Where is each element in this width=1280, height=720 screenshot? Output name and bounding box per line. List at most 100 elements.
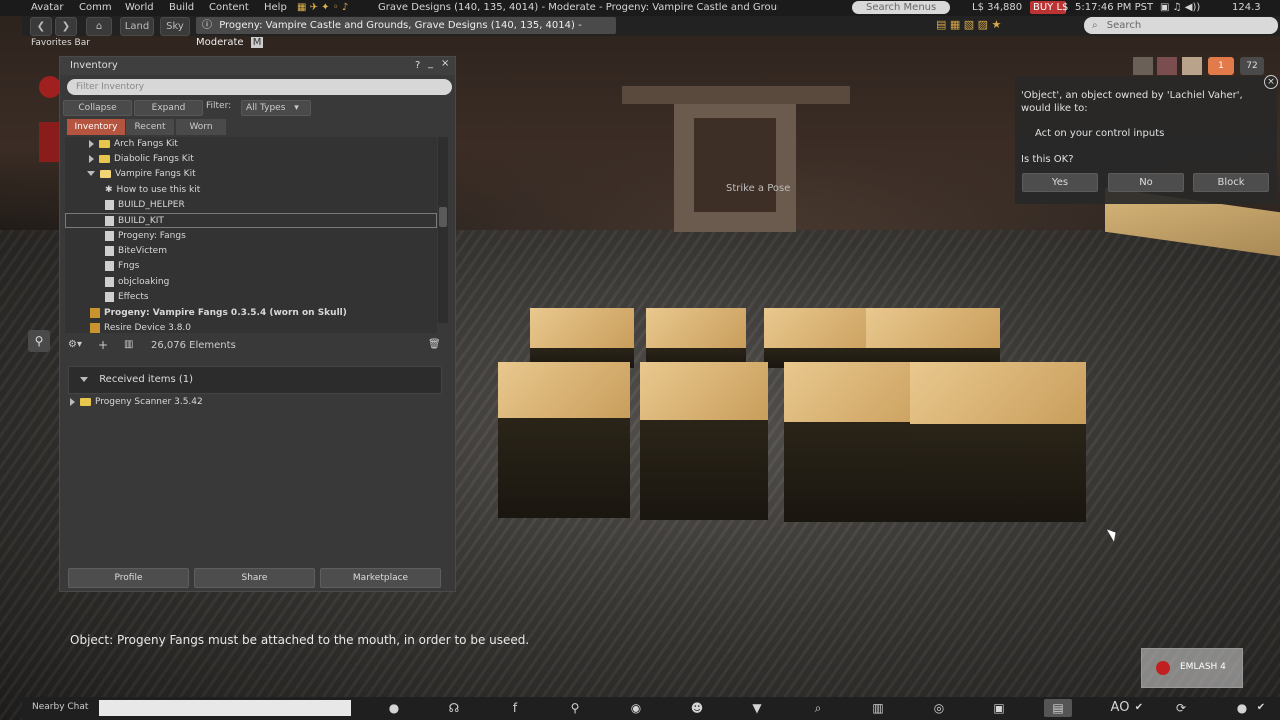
element-count: 26,076 Elements (151, 340, 236, 351)
back-button[interactable]: ❮ (30, 17, 52, 36)
wooden-crate[interactable] (866, 308, 1000, 368)
scrollbar-thumb[interactable] (439, 207, 447, 227)
sky-button[interactable]: Sky (160, 17, 190, 36)
tree-item[interactable]: ✱ How to use this kit (105, 183, 200, 198)
view-icon[interactable]: ◉ (622, 699, 650, 717)
close-icon[interactable]: × (1264, 75, 1278, 89)
tree-label: Fngs (118, 261, 140, 271)
filter-inventory-input[interactable]: Filter Inventory (67, 79, 452, 95)
facebook-icon[interactable]: f (501, 699, 529, 717)
received-item[interactable]: Progeny Scanner 3.5.42 (70, 395, 203, 410)
tree-item[interactable]: objcloaking (105, 275, 169, 290)
hud-panel[interactable] (39, 122, 61, 162)
parcel-icons: ▦ ✈ ✦ ◦ ♪ (297, 2, 349, 13)
menu-avatar[interactable]: Avatar (31, 2, 63, 13)
tree-folder[interactable]: Arch Fangs Kit (89, 137, 178, 152)
expand-arrow-icon[interactable] (70, 397, 75, 406)
appearance-icon[interactable]: ▼ (743, 699, 771, 717)
inventory-window: Inventory ? _ × Filter Inventory Collaps… (59, 56, 456, 592)
script-icon (105, 230, 114, 241)
location-input[interactable]: ⓘ Progeny: Vampire Castle and Grounds, G… (196, 17, 616, 48)
avatar-thumb-1[interactable] (1133, 57, 1153, 75)
mic-checkbox-icon[interactable]: ✔ (1254, 699, 1268, 717)
search-icon[interactable]: ⌕ (804, 699, 832, 717)
gear-icon[interactable]: ⚙▾ (68, 339, 82, 350)
tab-inventory[interactable]: Inventory (67, 119, 125, 135)
minimize-icon[interactable]: _ (428, 58, 433, 69)
wooden-crate[interactable] (498, 362, 630, 518)
help-icon[interactable]: ? (415, 60, 420, 71)
tree-item[interactable]: Fngs (105, 259, 139, 274)
avatar-thumb-2[interactable] (1157, 57, 1177, 75)
close-icon[interactable]: × (441, 58, 449, 69)
menu-help[interactable]: Help (264, 2, 287, 13)
hud-emblem[interactable]: EMLASH 4 (1141, 648, 1243, 688)
tree-item[interactable]: Effects (105, 290, 149, 305)
wooden-crate[interactable] (530, 308, 634, 368)
inventory-header[interactable]: Inventory ? _ × (60, 57, 455, 75)
map-icon[interactable]: ▥ (864, 699, 892, 717)
menu-comm[interactable]: Comm (79, 2, 112, 13)
search-input[interactable]: ⌕ Search (1084, 17, 1278, 34)
no-button[interactable]: No (1108, 173, 1184, 192)
tab-recent[interactable]: Recent (126, 119, 174, 135)
tree-item[interactable]: BiteVictem (105, 244, 167, 259)
chat-input[interactable] (99, 700, 351, 716)
inventory-tree[interactable]: Arch Fangs Kit Diabolic Fangs Kit Vampir… (65, 137, 437, 333)
ao-label[interactable]: AO (1106, 699, 1134, 717)
home-icon[interactable]: ⌂ (86, 17, 112, 36)
worn-suffix: (worn on Skull) (266, 308, 347, 318)
dialog-question: Is this OK? (1021, 154, 1074, 165)
tree-item[interactable]: Progeny: Fangs (105, 229, 186, 244)
tab-worn[interactable]: Worn (176, 119, 226, 135)
collapse-arrow-icon[interactable] (87, 171, 95, 176)
conversations-icon[interactable]: ● (380, 699, 408, 717)
block-button[interactable]: Block (1193, 173, 1269, 192)
folder-icon (99, 139, 110, 148)
wooden-crate[interactable] (646, 308, 746, 368)
expand-arrow-icon[interactable] (89, 154, 94, 163)
tree-folder[interactable]: Vampire Fangs Kit (87, 167, 196, 182)
filter-type-select[interactable]: All Types ▾ (241, 100, 311, 116)
forward-button[interactable]: ❯ (55, 17, 77, 36)
share-button[interactable]: Share (194, 568, 315, 588)
received-items-header[interactable]: Received items (1) (68, 366, 442, 394)
tree-item-worn[interactable]: Progeny: Vampire Fangs 0.3.5.4 (worn on … (90, 306, 347, 321)
menu-build[interactable]: Build (169, 2, 194, 13)
marketplace-button[interactable]: Marketplace (320, 568, 441, 588)
voice-icon[interactable]: ☊ (440, 699, 468, 717)
places-icon[interactable]: ⚲ (28, 330, 50, 352)
tree-scrollbar[interactable] (438, 137, 448, 323)
wooden-crate[interactable] (640, 362, 768, 520)
tree-folder[interactable]: Diabolic Fangs Kit (89, 152, 194, 167)
people-icon[interactable]: ☻ (683, 699, 711, 717)
microphone-icon[interactable]: ● (1228, 699, 1256, 717)
avatar-thumb-3[interactable] (1182, 57, 1202, 75)
trash-icon[interactable]: 🗑 (428, 339, 441, 350)
notification-count-1[interactable]: 1 (1208, 57, 1234, 75)
record-icon (1156, 661, 1170, 675)
wooden-crate[interactable] (910, 362, 1086, 522)
inventory-icon[interactable]: ▤ (1044, 699, 1072, 717)
yes-button[interactable]: Yes (1022, 173, 1098, 192)
menu-content[interactable]: Content (209, 2, 249, 13)
notification-count-2[interactable]: 72 (1240, 57, 1264, 75)
info-icon[interactable]: ⓘ (202, 20, 212, 31)
menu-world[interactable]: World (125, 2, 154, 13)
tree-item-selected[interactable]: BUILD_KIT (65, 213, 437, 228)
snapshot-icon[interactable]: ▣ (985, 699, 1013, 717)
radar-icon[interactable]: ◎ (925, 699, 953, 717)
expand-arrow-icon[interactable] (89, 139, 94, 148)
ao-checkbox-icon[interactable]: ✔ (1132, 699, 1146, 717)
add-icon[interactable]: + (98, 338, 108, 352)
tree-item[interactable]: Resire Device 3.8.0 (90, 321, 191, 333)
hud-icon[interactable] (39, 76, 61, 98)
collapse-button[interactable]: Collapse (63, 100, 132, 116)
refresh-icon[interactable]: ⟳ (1167, 699, 1195, 717)
expand-button[interactable]: Expand (134, 100, 203, 116)
tree-item[interactable]: BUILD_HELPER (105, 198, 185, 213)
walk-icon[interactable]: ⚲ (561, 699, 589, 717)
profile-button[interactable]: Profile (68, 568, 189, 588)
land-button[interactable]: Land (120, 17, 154, 36)
inventory-icon[interactable]: ▥ (124, 339, 133, 350)
